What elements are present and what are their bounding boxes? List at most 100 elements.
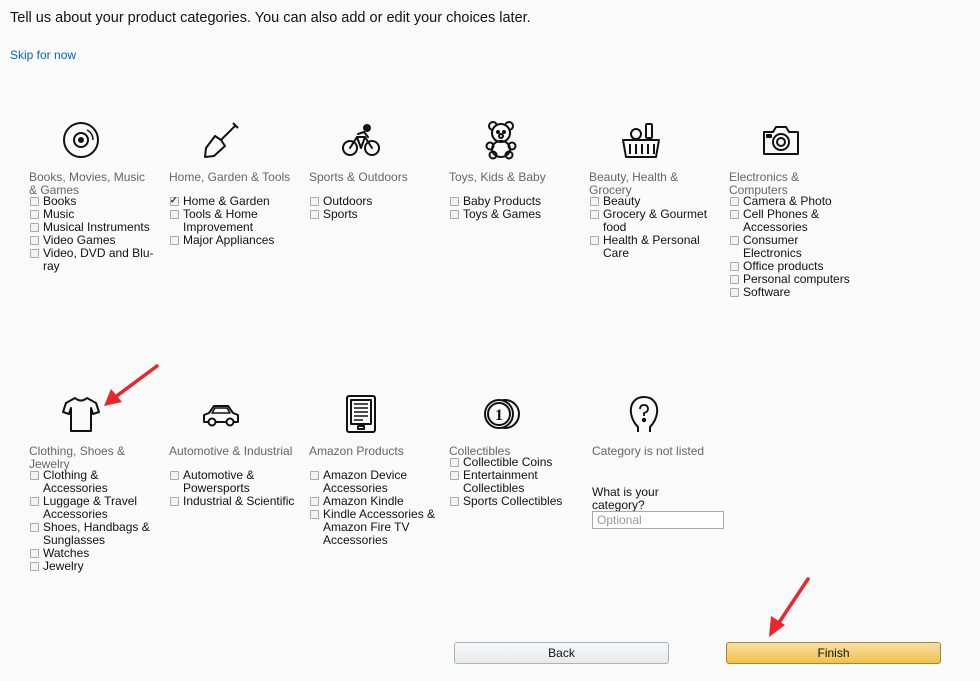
checkbox[interactable] [730,275,739,284]
option-label: Software [743,285,791,299]
option-checkbox[interactable]: Major Appliances [169,234,299,247]
option-checkbox[interactable]: Amazon Device Accessories [309,469,439,495]
option-list: Collectible Coins Entertainment Collecti… [449,456,579,508]
checkbox[interactable] [170,497,179,506]
option-list: Beauty Grocery & Gourmet food Health & P… [589,195,719,260]
checkbox[interactable] [310,497,319,506]
checkbox[interactable] [30,249,39,258]
option-list: Amazon Device Accessories Amazon Kindle … [309,469,439,547]
option-label: Entertainment Collectibles [463,468,538,495]
option-list: Home & Garden Tools & Home Improvement M… [169,194,299,247]
option-label: Camera & Photo [743,194,832,208]
option-checkbox[interactable]: Cell Phones & Accessories [729,208,859,234]
checkbox[interactable] [450,197,459,206]
checkbox[interactable] [30,523,39,532]
page-heading: Tell us about your product categories. Y… [10,10,531,26]
option-label: Office products [743,259,824,273]
checkbox[interactable] [30,549,39,558]
checkbox[interactable] [30,236,39,245]
checkbox[interactable] [170,471,179,480]
disc-icon [61,120,101,160]
option-label: Cell Phones & Accessories [743,207,820,234]
option-checkbox[interactable]: Luggage & Travel Accessories [29,495,159,521]
checkbox[interactable] [170,236,179,245]
checkbox[interactable] [170,210,179,219]
checkbox[interactable] [30,197,39,206]
category-prompt-label: What is your category? [592,485,659,512]
finish-button[interactable]: Finish [726,642,941,664]
checkbox[interactable] [30,210,39,219]
option-checkbox[interactable]: Health & Personal Care [589,234,719,260]
checkbox[interactable] [590,236,599,245]
option-label: Major Appliances [183,233,275,247]
cyclist-icon [341,120,381,160]
option-checkbox[interactable]: Entertainment Collectibles [449,469,579,495]
category-title: Category is not listed [592,444,705,458]
category-title: Toys, Kids & Baby [449,170,546,184]
option-label: Clothing & Accessories [43,468,108,495]
option-checkbox[interactable]: Jewelry [29,560,159,573]
svg-text:1: 1 [495,407,503,424]
checkbox-checked[interactable] [170,194,179,207]
checkbox[interactable] [450,458,459,467]
option-list: Books Music Musical Instruments Video Ga… [29,195,159,273]
checkbox[interactable] [310,510,319,519]
option-label: Toys & Games [463,207,542,221]
option-checkbox[interactable]: Shoes, Handbags & Sunglasses [29,521,159,547]
option-checkbox[interactable]: Tools & Home Improvement [169,208,299,234]
question-head-icon [624,394,664,434]
option-checkbox[interactable]: Toys & Games [449,208,579,221]
checkbox[interactable] [730,288,739,297]
option-label: Industrial & Scientific [183,494,295,508]
checkbox[interactable] [450,497,459,506]
checkbox[interactable] [30,562,39,571]
coins-icon: 1 [481,394,521,434]
option-checkbox[interactable]: Video, DVD and Blu-ray [29,247,159,273]
option-label: Health & Personal Care [603,233,700,260]
option-label: Luggage & Travel Accessories [43,494,138,521]
option-checkbox[interactable]: Software [729,286,859,299]
option-label: Consumer Electronics [743,233,802,260]
car-icon [201,394,241,434]
checkbox[interactable] [30,223,39,232]
option-label: Kindle Accessories & Amazon Fire TV Acce… [323,507,436,547]
option-checkbox[interactable]: Grocery & Gourmet food [589,208,719,234]
category-title: Amazon Products [309,444,404,458]
back-button[interactable]: Back [454,642,669,664]
option-label: Amazon Kindle [323,494,404,508]
skip-for-now-link[interactable]: Skip for now [10,48,76,62]
option-checkbox[interactable]: Industrial & Scientific [169,495,299,508]
checkbox[interactable] [310,197,319,206]
checkbox[interactable] [590,210,599,219]
option-label: Video Games [43,233,116,247]
checkbox[interactable] [730,210,739,219]
grocery-basket-icon [621,120,661,160]
checkbox[interactable] [730,236,739,245]
checkbox[interactable] [590,197,599,206]
category-input[interactable] [592,511,724,529]
option-list: Camera & Photo Cell Phones & Accessories… [729,195,859,299]
checkbox[interactable] [310,471,319,480]
annotation-arrow-icon [769,577,810,637]
option-label: Home & Garden [183,194,270,208]
option-checkbox[interactable]: Automotive & Powersports [169,469,299,495]
option-label: Automotive & Powersports [183,468,255,495]
option-checkbox[interactable]: Sports Collectibles [449,495,579,508]
checkbox[interactable] [450,210,459,219]
checkbox[interactable] [30,497,39,506]
shovel-icon [201,120,241,160]
option-checkbox[interactable]: Clothing & Accessories [29,469,159,495]
option-list: Outdoors Sports [309,195,439,221]
option-checkbox[interactable]: Consumer Electronics [729,234,859,260]
checkbox[interactable] [730,197,739,206]
option-label: Tools & Home Improvement [183,207,258,234]
option-label: Beauty [603,194,641,208]
option-list: Baby Products Toys & Games [449,195,579,221]
option-checkbox[interactable]: Sports [309,208,439,221]
option-list: Clothing & Accessories Luggage & Travel … [29,469,159,573]
checkbox[interactable] [730,262,739,271]
option-checkbox[interactable]: Kindle Accessories & Amazon Fire TV Acce… [309,508,439,547]
checkbox[interactable] [310,210,319,219]
checkbox[interactable] [30,471,39,480]
checkbox[interactable] [450,471,459,480]
